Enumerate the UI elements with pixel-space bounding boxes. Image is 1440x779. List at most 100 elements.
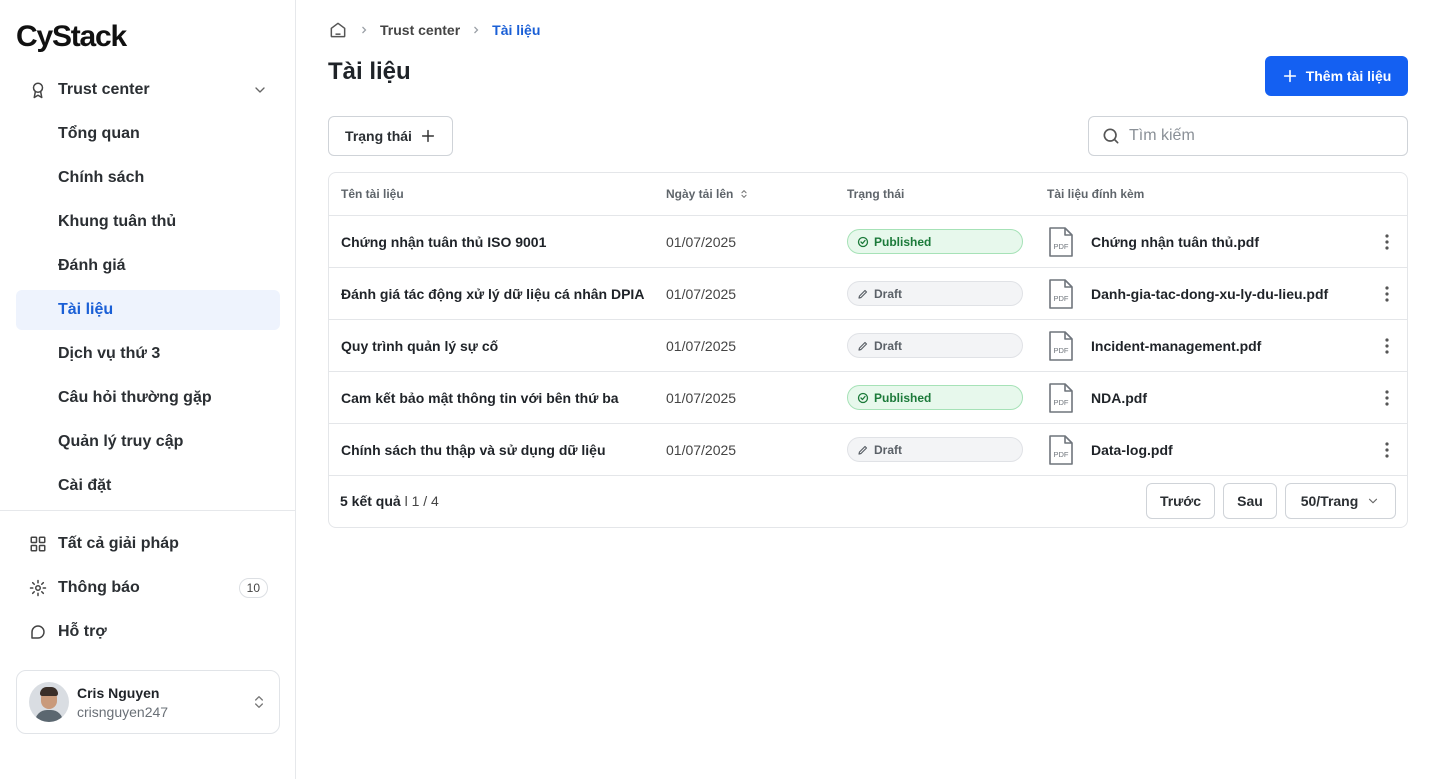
chevron-right-icon <box>358 24 370 36</box>
pdf-label: PDF <box>1054 346 1069 355</box>
support-chat-icon <box>28 622 48 642</box>
sidebar: CyStack Trust center Tổng quan Chính sác… <box>0 0 296 779</box>
pdf-file-icon: PDF <box>1047 278 1075 310</box>
sidebar-item-label: Hỗ trợ <box>58 623 107 640</box>
upload-date: 01/07/2025 <box>666 337 737 354</box>
table-row[interactable]: Đánh giá tác động xử lý dữ liệu cá nhân … <box>329 268 1407 320</box>
next-page-button[interactable]: Sau <box>1223 483 1277 519</box>
status-label: Draft <box>874 286 903 301</box>
breadcrumb-trust-center[interactable]: Trust center <box>380 22 460 38</box>
pdf-label: PDF <box>1054 398 1069 407</box>
breadcrumb-current: Tài liệu <box>492 22 541 38</box>
page-indicator: l 1 / 4 <box>404 493 439 509</box>
pdf-file-icon: PDF <box>1047 382 1075 414</box>
pencil-icon <box>857 444 869 456</box>
cystack-logo[interactable]: CyStack <box>16 20 127 54</box>
table-row[interactable]: Cam kết bảo mật thông tin với bên thứ ba… <box>329 372 1407 424</box>
page-title: Tài liệu <box>328 58 411 85</box>
status-filter-button[interactable]: Trạng thái <box>328 116 453 156</box>
table-row[interactable]: Chính sách thu thập và sử dụng dữ liệu 01… <box>329 424 1407 476</box>
column-header-status: Trạng thái <box>847 187 905 201</box>
upload-date: 01/07/2025 <box>666 441 737 458</box>
chevron-down-icon[interactable] <box>252 82 268 98</box>
document-name[interactable]: Chứng nhận tuân thủ ISO 9001 <box>329 234 665 250</box>
more-options-icon[interactable] <box>1385 441 1389 458</box>
column-header-date[interactable]: Ngày tải lên <box>665 187 847 201</box>
add-document-label: Thêm tài liệu <box>1305 68 1392 84</box>
sidebar-item-label: Thông báo <box>58 579 140 596</box>
sidebar-group-label: Trust center <box>58 81 150 98</box>
attachment-file-name[interactable]: Incident-management.pdf <box>1091 338 1261 354</box>
document-name[interactable]: Chính sách thu thập và sử dụng dữ liệu <box>329 442 665 458</box>
pencil-icon <box>857 288 869 300</box>
table-footer: 5 kết quả l 1 / 4 Trước Sau 50/Trang <box>329 476 1407 526</box>
pdf-file-icon: PDF <box>1047 330 1075 362</box>
user-name: Cris Nguyen <box>77 684 160 701</box>
pdf-label: PDF <box>1054 450 1069 459</box>
column-header-name: Tên tài liệu <box>341 187 404 201</box>
attachment-file-name[interactable]: Chứng nhận tuân thủ.pdf <box>1091 234 1259 250</box>
pdf-label: PDF <box>1054 242 1069 251</box>
sidebar-item-khung-tuan-thu[interactable]: Khung tuân thủ <box>16 202 280 242</box>
sidebar-item-tong-quan[interactable]: Tổng quan <box>16 114 280 154</box>
sort-icon[interactable] <box>739 188 749 200</box>
pencil-icon <box>857 340 869 352</box>
chevron-right-icon <box>470 24 482 36</box>
attachment-file-name[interactable]: Data-log.pdf <box>1091 442 1173 458</box>
chevron-up-down-icon <box>251 693 267 711</box>
column-header-date-label: Ngày tải lên <box>666 187 734 201</box>
user-account-switcher[interactable]: Cris Nguyen crisnguyen247 <box>16 670 280 734</box>
sidebar-item-danh-gia[interactable]: Đánh giá <box>16 246 280 286</box>
avatar <box>29 682 69 722</box>
breadcrumb: Trust center Tài liệu <box>328 19 540 41</box>
home-icon[interactable] <box>328 20 348 40</box>
check-circle-icon <box>857 236 869 248</box>
sidebar-item-tai-lieu[interactable]: Tài liệu <box>16 290 280 330</box>
pdf-file-icon: PDF <box>1047 226 1075 258</box>
sidebar-item-chinh-sach[interactable]: Chính sách <box>16 158 280 198</box>
table-header: Tên tài liệu Ngày tải lên Trạng thái Tài… <box>329 173 1407 216</box>
more-options-icon[interactable] <box>1385 389 1389 406</box>
per-page-select[interactable]: 50/Trang <box>1285 483 1396 519</box>
search-input[interactable] <box>1129 127 1389 145</box>
search-icon <box>1101 126 1121 146</box>
more-options-icon[interactable] <box>1385 285 1389 302</box>
status-badge: Draft <box>847 281 1023 306</box>
plus-icon <box>420 128 436 144</box>
status-label: Draft <box>874 338 903 353</box>
award-icon <box>28 80 48 100</box>
more-options-icon[interactable] <box>1385 337 1389 354</box>
results-count: 5 kết quả <box>340 493 401 509</box>
sidebar-item-support[interactable]: Hỗ trợ <box>16 612 280 652</box>
sidebar-item-notifications[interactable]: Thông báo 10 <box>16 568 280 608</box>
sidebar-item-all-solutions[interactable]: Tất cả giải pháp <box>16 524 280 564</box>
upload-date: 01/07/2025 <box>666 233 737 250</box>
document-name[interactable]: Cam kết bảo mật thông tin với bên thứ ba <box>329 390 665 406</box>
add-document-button[interactable]: Thêm tài liệu <box>1265 56 1408 96</box>
per-page-value: 50/Trang <box>1300 493 1359 509</box>
sidebar-divider <box>0 510 295 511</box>
plus-icon <box>1282 68 1298 84</box>
status-badge: Draft <box>847 333 1023 358</box>
document-name[interactable]: Quy trình quản lý sự cố <box>329 338 665 354</box>
status-badge: Draft <box>847 437 1023 462</box>
sidebar-item-cai-dat[interactable]: Cài đặt <box>16 466 280 506</box>
grid-icon <box>28 534 48 554</box>
sidebar-group-trust-center[interactable]: Trust center <box>16 70 280 110</box>
results-summary: 5 kết quả l 1 / 4 <box>340 493 1138 509</box>
prev-page-button[interactable]: Trước <box>1146 483 1215 519</box>
more-options-icon[interactable] <box>1385 233 1389 250</box>
attachment-file-name[interactable]: Danh-gia-tac-dong-xu-ly-du-lieu.pdf <box>1091 286 1328 302</box>
table-row[interactable]: Chứng nhận tuân thủ ISO 9001 01/07/2025 Pu… <box>329 216 1407 268</box>
main-content: Trust center Tài liệu Tài liệu Thêm tài … <box>328 0 1408 779</box>
attachment-file-name[interactable]: NDA.pdf <box>1091 390 1147 406</box>
table-row[interactable]: Quy trình quản lý sự cố 01/07/2025 Draft PD… <box>329 320 1407 372</box>
documents-table: Tên tài liệu Ngày tải lên Trạng thái Tài… <box>328 172 1408 528</box>
status-badge: Published <box>847 385 1023 410</box>
sidebar-item-quan-ly-truy-cap[interactable]: Quản lý truy cập <box>16 422 280 462</box>
column-header-attachment: Tài liệu đính kèm <box>1047 187 1145 201</box>
sidebar-item-faq[interactable]: Câu hỏi thường gặp <box>16 378 280 418</box>
sidebar-item-dich-vu-thu-3[interactable]: Dịch vụ thứ 3 <box>16 334 280 374</box>
search-box[interactable] <box>1088 116 1408 156</box>
document-name[interactable]: Đánh giá tác động xử lý dữ liệu cá nhân … <box>329 286 665 302</box>
